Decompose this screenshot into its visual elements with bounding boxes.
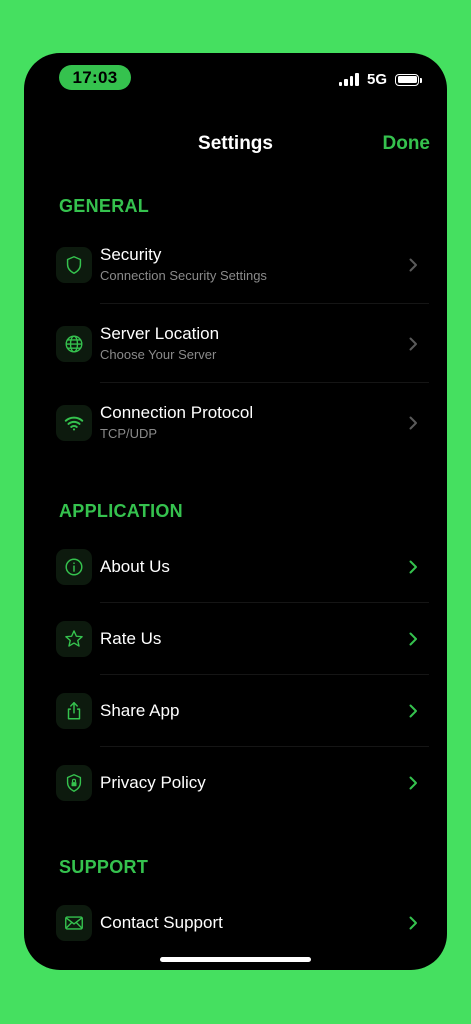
section-header-general: GENERAL — [59, 196, 150, 216]
star-icon — [56, 621, 92, 657]
section-header-support: SUPPORT — [59, 857, 149, 877]
settings-row-privacy-policy[interactable]: Privacy Policy — [56, 747, 429, 819]
status-time: 17:03 — [59, 65, 131, 90]
chevron-right-icon — [409, 416, 417, 429]
settings-row-contact-support[interactable]: Contact Support — [56, 887, 429, 959]
settings-row-server-location[interactable]: Server Location Choose Your Server — [56, 304, 429, 383]
chevron-right-icon — [409, 704, 417, 718]
settings-row-rate-us[interactable]: Rate Us — [56, 603, 429, 675]
phone-screen: 17:03 5G Settings Done GENERAL Security … — [24, 53, 447, 970]
row-subtitle: Choose Your Server — [100, 347, 217, 362]
row-subtitle: Connection Security Settings — [100, 268, 267, 283]
share-icon — [56, 693, 92, 729]
chevron-right-icon — [409, 258, 417, 271]
section-header-application: APPLICATION — [59, 501, 183, 521]
chevron-right-icon — [409, 560, 417, 574]
row-title: Rate Us — [100, 629, 162, 648]
home-indicator[interactable] — [160, 957, 311, 962]
network-type: 5G — [366, 71, 387, 88]
row-title: About Us — [100, 557, 170, 576]
settings-row-share-app[interactable]: Share App — [56, 675, 429, 747]
row-title: Connection Protocol — [100, 403, 254, 422]
row-title: Security — [100, 245, 162, 264]
chevron-right-icon — [409, 776, 417, 790]
signal-icon — [338, 73, 359, 86]
settings-row-security[interactable]: Security Connection Security Settings — [56, 225, 429, 304]
lock-shield-icon — [56, 765, 92, 801]
row-title: Share App — [100, 701, 180, 720]
settings-row-about-us[interactable]: About Us — [56, 531, 429, 603]
shield-icon — [56, 246, 92, 283]
battery-icon — [395, 73, 422, 86]
row-subtitle: TCP/UDP — [100, 426, 158, 441]
row-title: Contact Support — [100, 913, 223, 932]
settings-row-connection-protocol[interactable]: Connection Protocol TCP/UDP — [56, 383, 429, 462]
row-title: Privacy Policy — [100, 773, 206, 792]
info-icon — [56, 549, 92, 585]
chevron-right-icon — [409, 337, 417, 350]
done-button[interactable]: Done — [383, 133, 431, 155]
wifi-icon — [56, 404, 92, 441]
chevron-right-icon — [409, 916, 417, 930]
chevron-right-icon — [409, 632, 417, 646]
envelope-icon — [56, 905, 92, 941]
status-indicators: 5G — [338, 71, 422, 88]
row-title: Server Location — [100, 324, 220, 343]
globe-icon — [56, 325, 92, 362]
